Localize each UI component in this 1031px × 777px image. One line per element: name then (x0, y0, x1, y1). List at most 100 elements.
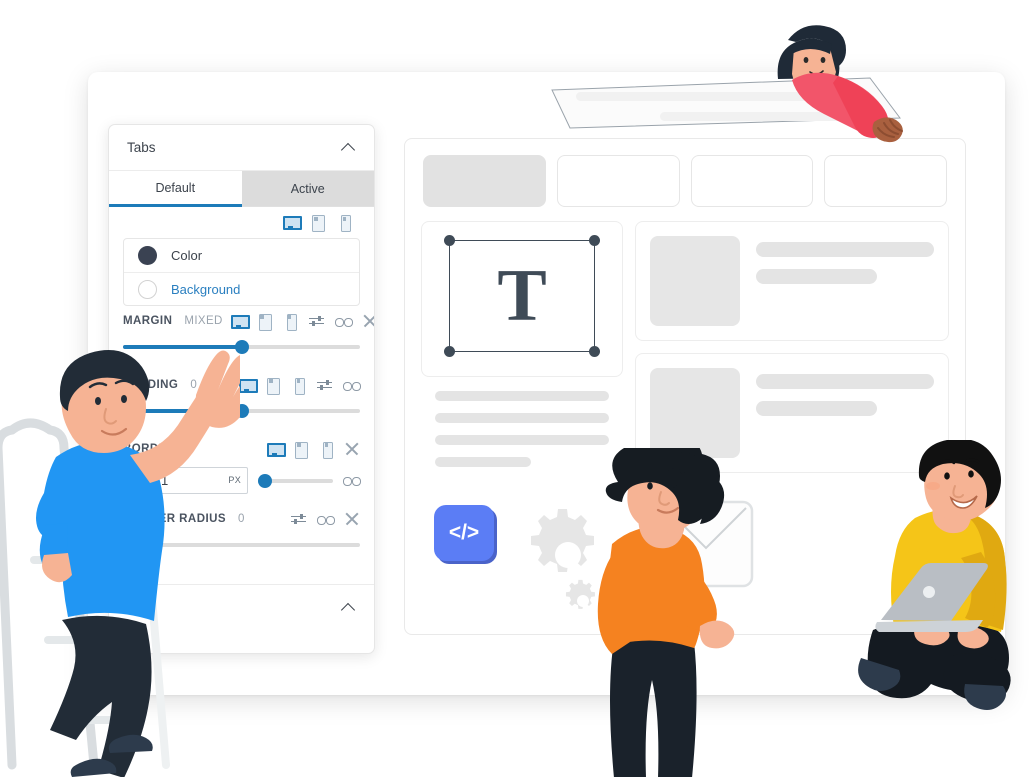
text-element-card[interactable]: T (421, 221, 623, 377)
close-icon[interactable] (345, 512, 360, 527)
chevron-up-icon[interactable] (341, 600, 356, 615)
placeholder-bar (756, 374, 934, 389)
preview-tab-3[interactable] (690, 155, 814, 207)
tablet-icon[interactable] (310, 215, 325, 232)
input-unit: PX (228, 475, 241, 485)
preview-tab-4[interactable] (824, 155, 947, 207)
mobile-icon[interactable] (337, 215, 352, 232)
close-icon[interactable] (363, 314, 374, 329)
media-thumbnail (650, 368, 740, 458)
control-border-radius: BORDER RADIUS 0 (109, 504, 374, 554)
background-swatch[interactable] (138, 279, 157, 299)
placeholder-bar (435, 413, 609, 423)
control-border: BORDER 1 PX (109, 434, 374, 496)
preview-tabs (405, 139, 965, 207)
link-icon[interactable] (334, 314, 353, 329)
control-label: PADDING (123, 379, 179, 391)
margin-slider[interactable] (123, 338, 360, 356)
sliders-icon[interactable] (291, 512, 306, 527)
slider-fill (123, 409, 242, 413)
control-margin-header: MARGIN MIXED (123, 306, 360, 336)
mobile-icon[interactable] (291, 377, 306, 395)
selection-frame[interactable]: T (444, 235, 600, 357)
desktop-icon[interactable] (239, 378, 258, 393)
media-thumbnail (650, 236, 740, 326)
border-color-swatch[interactable] (123, 471, 140, 489)
swatch-row-color[interactable]: Color (124, 239, 359, 272)
slider-fill (123, 345, 242, 349)
close-icon[interactable] (345, 442, 360, 457)
tablet-icon[interactable] (265, 377, 280, 395)
swatch-label: Background (171, 281, 241, 297)
tablet-icon[interactable] (257, 313, 272, 331)
placeholder-text-block (421, 377, 623, 495)
slider-knob[interactable] (234, 340, 249, 354)
desktop-icon[interactable] (267, 442, 286, 457)
control-value: MIXED (184, 315, 223, 327)
desktop-icon[interactable] (283, 215, 302, 230)
control-icons (291, 512, 360, 527)
swatch-row-background[interactable]: Background (124, 272, 359, 305)
control-value: 0 (237, 513, 245, 525)
preview-canvas: T (404, 138, 966, 635)
media-text-lines (756, 236, 934, 326)
color-swatch-list: Color Background (123, 238, 360, 306)
border-width-input[interactable]: 1 PX (150, 466, 248, 494)
preview-tab-2[interactable] (556, 155, 680, 207)
padding-slider[interactable] (123, 402, 360, 420)
control-border-radius-header: BORDER RADIUS 0 (123, 504, 360, 534)
placeholder-bar (756, 401, 878, 416)
resize-handle-bottom-left[interactable] (444, 346, 455, 357)
control-icons (239, 377, 361, 395)
control-margin: MARGIN MIXED (109, 306, 374, 356)
chevron-up-icon[interactable] (341, 140, 356, 155)
placeholder-bar (756, 269, 878, 284)
placeholder-bar (756, 242, 934, 257)
tablet-icon[interactable] (293, 441, 308, 459)
resize-handle-bottom-right[interactable] (589, 346, 600, 357)
control-icons (230, 313, 374, 331)
control-border-header: BORDER (123, 434, 360, 464)
media-card[interactable] (635, 221, 949, 341)
link-icon[interactable] (343, 473, 361, 488)
panel-subsection-header[interactable]: der (109, 584, 374, 630)
control-label: BORDER RADIUS (123, 513, 226, 525)
resize-handle-top-left[interactable] (444, 235, 455, 246)
code-icon-chip[interactable]: </> (434, 505, 494, 561)
media-text-lines (756, 368, 934, 458)
input-value: 1 (161, 472, 169, 488)
slider-track (123, 543, 360, 547)
settings-panel: Tabs Default Active Color Background MAR… (108, 124, 375, 654)
control-icons (267, 441, 360, 459)
tab-default[interactable]: Default (109, 171, 242, 207)
placeholder-bar (435, 435, 609, 445)
sliders-icon[interactable] (308, 314, 324, 329)
control-padding: PADDING 0 (109, 370, 374, 420)
panel-subsection-title: der (127, 600, 147, 615)
mobile-icon[interactable] (283, 313, 298, 331)
tab-active[interactable]: Active (241, 171, 374, 207)
slider-knob[interactable] (116, 538, 130, 552)
device-toggle-row (109, 207, 374, 236)
resize-handle-top-right[interactable] (589, 235, 600, 246)
link-icon[interactable] (317, 512, 335, 527)
desktop-icon[interactable] (230, 314, 250, 329)
media-card[interactable] (635, 353, 949, 473)
color-swatch[interactable] (138, 246, 157, 265)
border-radius-slider[interactable] (116, 536, 360, 554)
preview-right-column (635, 221, 949, 495)
slider-knob[interactable] (234, 404, 249, 418)
control-value: 0 (190, 379, 198, 391)
control-label: MARGIN (123, 315, 173, 327)
mobile-icon[interactable] (319, 441, 334, 459)
slider-knob[interactable] (258, 474, 272, 488)
link-icon[interactable] (343, 378, 361, 393)
preview-tab-1[interactable] (423, 155, 546, 207)
panel-tabs: Default Active (109, 171, 374, 207)
sliders-icon[interactable] (317, 378, 332, 393)
panel-header[interactable]: Tabs (109, 125, 374, 171)
placeholder-bar (435, 457, 531, 467)
placeholder-bar (435, 391, 609, 401)
border-width-slider[interactable] (258, 472, 333, 488)
text-glyph: T (497, 254, 547, 337)
